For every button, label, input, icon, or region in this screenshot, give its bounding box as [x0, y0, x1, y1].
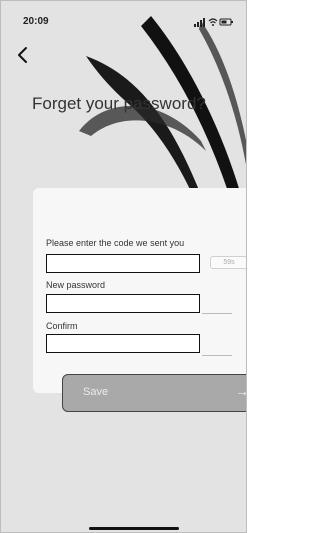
home-indicator [89, 527, 179, 530]
wifi-icon [208, 18, 218, 26]
confirm-label: Confirm [46, 321, 78, 331]
arrow-right-icon: → [235, 383, 246, 399]
chevron-left-icon [18, 47, 27, 63]
new-password-underline [202, 313, 232, 314]
status-time: 20:09 [23, 16, 49, 27]
new-password-input[interactable] [46, 294, 200, 313]
code-input[interactable] [46, 254, 200, 273]
form-card [33, 188, 246, 393]
confirm-input[interactable] [46, 334, 200, 353]
save-button[interactable]: Save → [62, 374, 246, 412]
confirm-underline [202, 355, 232, 356]
status-icons [194, 18, 233, 27]
save-label: Save [83, 386, 109, 398]
back-button[interactable] [11, 43, 35, 67]
new-password-label: New password [46, 280, 106, 290]
reset-password-screen: 20:09 Forget your password? Please enter… [0, 0, 247, 533]
signal-icon [194, 18, 205, 27]
battery-icon [219, 18, 233, 26]
code-label: Please enter the code we sent you [46, 238, 185, 248]
page-title: Forget your password? [32, 94, 206, 113]
resend-countdown[interactable]: 59s [210, 256, 246, 269]
